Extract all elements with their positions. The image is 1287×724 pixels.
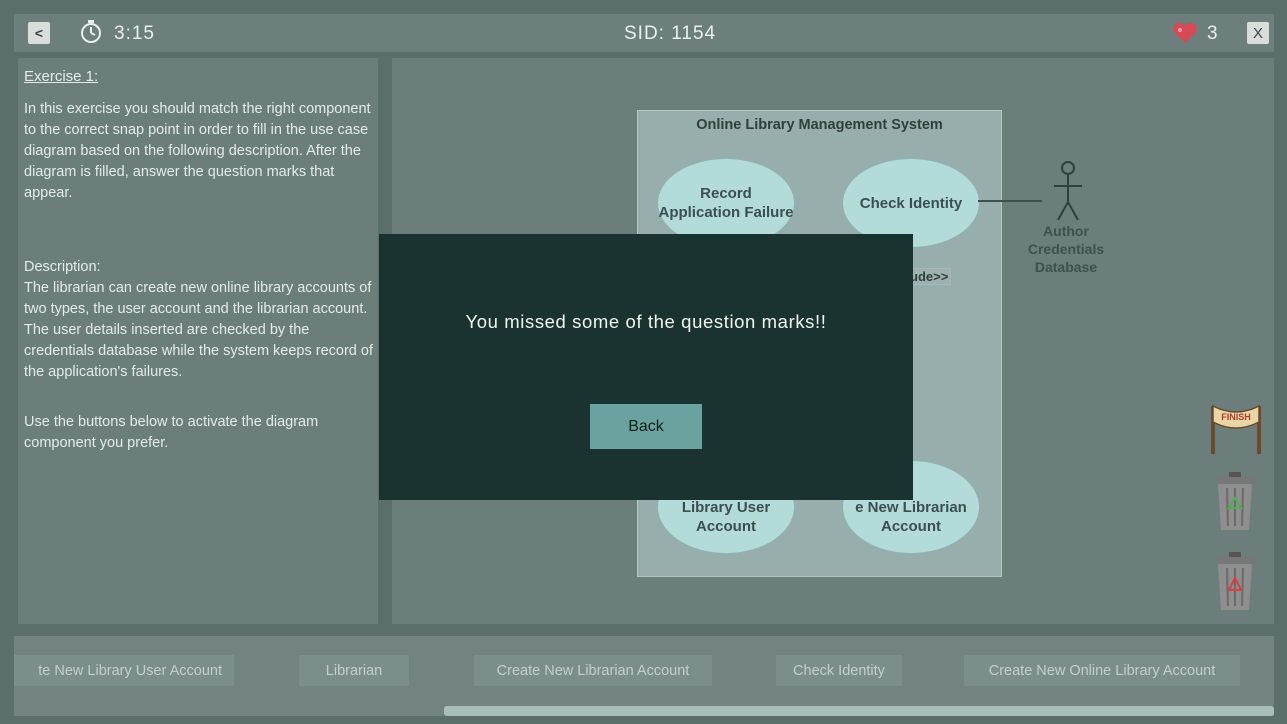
component-button-check-identity[interactable]: Check Identity — [776, 655, 902, 686]
component-button-new-librarian-account[interactable]: Create New Librarian Account — [474, 655, 712, 686]
system-title: Online Library Management System — [696, 117, 943, 133]
use-case-label: Check Identity — [859, 194, 963, 212]
timer-icon — [81, 20, 101, 43]
usage-text: Use the buttons below to activate the di… — [24, 414, 319, 451]
finish-banner-icon[interactable]: FINISH — [1205, 400, 1267, 456]
horizontal-scrollbar[interactable] — [444, 706, 1274, 716]
component-button-librarian[interactable]: Librarian — [299, 655, 409, 686]
exercise-title: Exercise 1: — [24, 68, 99, 85]
alert-modal: You missed some of the question marks!! … — [379, 234, 913, 500]
description-text: The librarian can create new online libr… — [24, 280, 373, 380]
alert-message: You missed some of the question marks!! — [465, 311, 827, 332]
session-id: SID: 1154 — [624, 23, 717, 44]
exercise-panel: Exercise 1: In this exercise you should … — [18, 58, 378, 624]
actor-label: Author Credentials Database — [1027, 223, 1105, 275]
trash-red-icon[interactable] — [1210, 550, 1260, 614]
component-button-new-online-library-account[interactable]: Create New Online Library Account — [964, 655, 1240, 686]
trash-green-icon[interactable] — [1210, 470, 1260, 534]
timer-display: 3:15 — [114, 23, 155, 44]
close-button[interactable]: X — [1247, 22, 1269, 44]
modal-back-button[interactable]: Back — [590, 404, 702, 449]
description-label: Description: — [24, 259, 101, 275]
top-bar: < 3:15 SID: 1154 3 X — [14, 14, 1274, 52]
component-button-new-library-user-account[interactable]: te New Library User Account — [14, 655, 234, 686]
svg-text:FINISH: FINISH — [1221, 412, 1251, 422]
back-button[interactable]: < — [28, 22, 50, 44]
heart-icon — [1173, 22, 1197, 43]
include-relationship-label: ude>> — [907, 268, 952, 285]
actor-icon — [1054, 161, 1082, 221]
use-case-label: Record Application Failure — [658, 185, 794, 221]
association-line — [978, 200, 1042, 202]
lives-count: 3 — [1207, 23, 1218, 44]
exercise-instructions: In this exercise you should match the ri… — [24, 101, 371, 201]
